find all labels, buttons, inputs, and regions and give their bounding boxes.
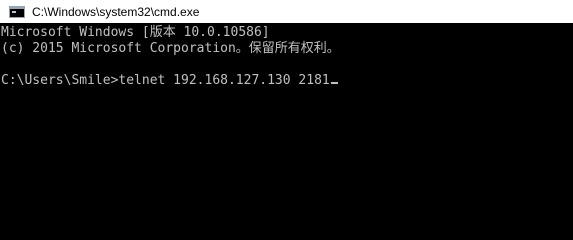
- console-line-copyright: (c) 2015 Microsoft Corporation。保留所有权利。: [1, 41, 340, 56]
- console-line-version: Microsoft Windows [版本 10.0.10586]: [1, 25, 270, 40]
- text-cursor: [330, 82, 338, 84]
- console-prompt-line[interactable]: C:\Users\Smile>telnet 192.168.127.130 21…: [1, 73, 573, 89]
- window-title: C:\Windows\system32\cmd.exe: [32, 4, 200, 19]
- title-bar[interactable]: C:\Windows\system32\cmd.exe: [0, 0, 573, 23]
- console-icon[interactable]: [9, 5, 25, 18]
- command-text: C:\Users\Smile>telnet 192.168.127.130 21…: [1, 73, 330, 88]
- console-output[interactable]: Microsoft Windows [版本 10.0.10586] (c) 20…: [0, 23, 573, 234]
- cmd-window: C:\Windows\system32\cmd.exe Microsoft Wi…: [0, 0, 573, 234]
